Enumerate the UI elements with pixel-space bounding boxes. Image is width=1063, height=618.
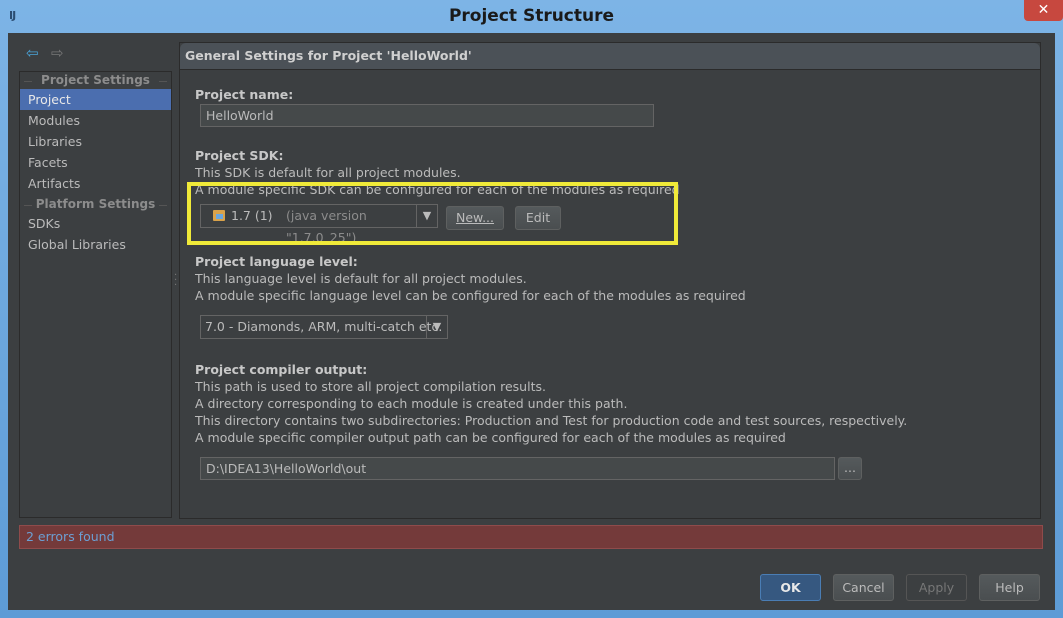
cancel-button[interactable]: Cancel — [833, 574, 894, 601]
window-title: Project Structure — [448, 6, 615, 26]
sidebar-item-sdks[interactable]: SDKs — [20, 213, 171, 234]
compiler-output-desc-2: A directory corresponding to each module… — [195, 396, 628, 411]
close-button[interactable]: ✕ — [1024, 0, 1063, 21]
project-sdk-label: Project SDK: — [195, 148, 284, 163]
compiler-output-desc-1: This path is used to store all project c… — [195, 379, 546, 394]
compiler-output-path-input[interactable]: D:\IDEA13\HelloWorld\out — [200, 457, 835, 480]
chevron-down-icon[interactable]: ▼ — [426, 316, 447, 338]
language-level-selected: 7.0 - Diamonds, ARM, multi-catch etc. — [205, 319, 443, 334]
splitter-handle[interactable]: · · · — [174, 271, 177, 291]
title-bar[interactable]: IJ Project Structure ✕ — [0, 0, 1063, 33]
project-structure-window: IJ Project Structure ✕ ⇦ ⇨ Project Setti… — [0, 0, 1063, 618]
compiler-output-desc-3: This directory contains two subdirectori… — [195, 413, 908, 428]
ok-button[interactable]: OK — [760, 574, 821, 601]
general-settings-panel: General Settings for Project 'HelloWorld… — [179, 42, 1041, 519]
project-name-input[interactable]: HelloWorld — [200, 104, 654, 127]
dialog-body: ⇦ ⇨ Project Settings Project Modules Lib… — [8, 33, 1055, 610]
platform-settings-header: Platform Settings — [20, 197, 171, 211]
sidebar-item-global-libraries[interactable]: Global Libraries — [20, 234, 171, 255]
language-level-desc-1: This language level is default for all p… — [195, 271, 527, 286]
help-button[interactable]: Help — [979, 574, 1040, 601]
sidebar-item-modules[interactable]: Modules — [20, 110, 171, 131]
sidebar-item-project[interactable]: Project — [20, 89, 171, 110]
settings-sidebar: Project Settings Project Modules Librari… — [19, 71, 172, 518]
project-settings-header: Project Settings — [20, 73, 171, 87]
sidebar-item-artifacts[interactable]: Artifacts — [20, 173, 171, 194]
language-level-label: Project language level: — [195, 254, 358, 269]
sidebar-item-facets[interactable]: Facets — [20, 152, 171, 173]
sdk-highlight-box — [187, 182, 678, 245]
compiler-output-desc-4: A module specific compiler output path c… — [195, 430, 786, 445]
apply-button[interactable]: Apply — [906, 574, 967, 601]
errors-status-bar[interactable]: 2 errors found — [19, 525, 1043, 549]
arrow-left-icon[interactable]: ⇦ — [26, 46, 39, 61]
panel-title: General Settings for Project 'HelloWorld… — [185, 48, 472, 63]
panel-header: General Settings for Project 'HelloWorld… — [180, 43, 1040, 70]
language-level-dropdown[interactable]: 7.0 - Diamonds, ARM, multi-catch etc. ▼ — [200, 315, 448, 339]
browse-button[interactable]: ... — [838, 457, 862, 480]
language-level-desc-2: A module specific language level can be … — [195, 288, 746, 303]
arrow-right-icon[interactable]: ⇨ — [51, 46, 64, 61]
sidebar-item-libraries[interactable]: Libraries — [20, 131, 171, 152]
project-name-label: Project name: — [195, 87, 294, 102]
compiler-output-label: Project compiler output: — [195, 362, 368, 377]
project-sdk-desc-1: This SDK is default for all project modu… — [195, 165, 461, 180]
